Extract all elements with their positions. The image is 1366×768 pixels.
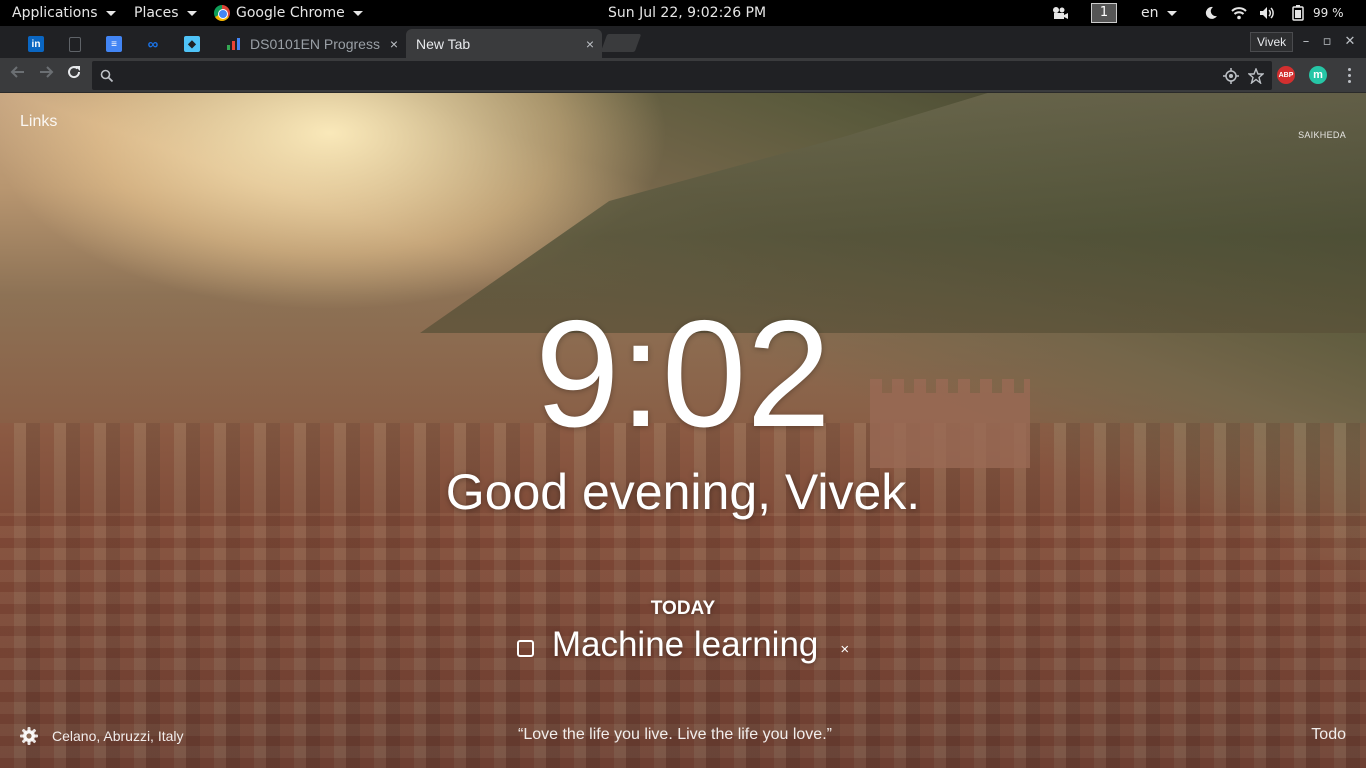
tab-new-tab[interactable]: New Tab ×: [406, 29, 602, 58]
forward-button[interactable]: [35, 64, 57, 86]
chevron-down-icon: [105, 10, 116, 16]
momentum-new-tab-page: Links SAIKHEDA 9:02 Good evening, Vivek.…: [0, 93, 1366, 768]
moon-icon: [1202, 4, 1220, 22]
address-bar[interactable]: [92, 61, 1272, 90]
close-icon[interactable]: ×: [840, 641, 849, 658]
back-button[interactable]: [7, 64, 29, 86]
battery-icon: [1289, 4, 1307, 22]
clock-time: 9:02: [535, 289, 831, 459]
menu-dot: [1347, 73, 1351, 77]
chevron-down-icon: [1166, 10, 1177, 16]
app-menu[interactable]: Google Chrome: [214, 0, 363, 26]
clock-text: Sun Jul 22, 9:02:26 PM: [608, 5, 767, 21]
focus-task-text: Machine learning: [551, 625, 819, 664]
minimize-button[interactable]: –: [1296, 32, 1316, 52]
chrome-menu-button[interactable]: [1340, 64, 1358, 86]
battery-percent: 99 %: [1313, 6, 1344, 20]
search-icon: [100, 68, 114, 87]
focus-heading: TODAY: [650, 598, 716, 619]
applications-menu[interactable]: Applications: [12, 0, 116, 26]
tab-close-icon[interactable]: ×: [390, 36, 398, 52]
menu-dot: [1347, 79, 1351, 83]
infinity-icon: ∞: [147, 35, 159, 53]
tab-title: DS0101EN Progress: [250, 35, 380, 52]
focus-item: Machine learning ×: [0, 623, 1366, 667]
bookmark-star-icon[interactable]: [1247, 67, 1265, 88]
language-label: en: [1141, 5, 1159, 21]
adblock-extension-button[interactable]: ABP: [1277, 66, 1295, 84]
pinned-tab-app[interactable]: ◆: [173, 30, 211, 58]
links-button[interactable]: Links: [20, 113, 57, 131]
location-target-icon[interactable]: [1223, 68, 1239, 88]
places-menu[interactable]: Places: [134, 0, 197, 26]
pinned-tab-infinity[interactable]: ∞: [134, 30, 172, 58]
chevron-down-icon: [186, 10, 197, 16]
momentum-extension-button[interactable]: m: [1309, 66, 1327, 84]
bottom-bar: Celano, Abruzzi, Italy “Love the life yo…: [0, 723, 1366, 753]
reload-button[interactable]: [63, 64, 85, 86]
menu-dot: [1347, 67, 1351, 71]
system-top-bar: Applications Places Google Chrome Sun Ju…: [0, 0, 1366, 26]
close-window-button[interactable]: ✕: [1340, 32, 1360, 52]
volume-indicator[interactable]: [1258, 0, 1276, 26]
pinned-tab-document[interactable]: [56, 30, 94, 58]
workspace-number: 1: [1091, 3, 1117, 23]
places-label: Places: [134, 5, 179, 21]
wifi-icon: [1230, 4, 1248, 22]
speaker-icon: [1258, 4, 1276, 22]
tab-ds0101en-progress[interactable]: DS0101EN Progress ×: [216, 29, 406, 58]
app-menu-label: Google Chrome: [236, 5, 345, 21]
document-icon: [69, 36, 81, 52]
address-input[interactable]: [120, 61, 1200, 90]
daily-quote[interactable]: “Love the life you live. Live the life y…: [0, 726, 1350, 744]
tab-strip: in ≡ ∞ ◆ DS0101EN Progress × New Tab × V…: [0, 26, 1366, 58]
browser-toolbar: ABP m: [0, 58, 1366, 93]
todo-button[interactable]: Todo: [1311, 726, 1346, 744]
battery-indicator[interactable]: 99 %: [1289, 0, 1344, 26]
focus-checkbox[interactable]: [516, 639, 534, 657]
workspace-indicator[interactable]: 1: [1091, 0, 1117, 26]
greeting-text: Good evening, Vivek.: [445, 464, 921, 520]
arrow-left-icon: [10, 66, 24, 78]
language-menu[interactable]: en: [1141, 0, 1177, 26]
profile-button[interactable]: Vivek: [1250, 32, 1294, 52]
pinned-tab-google-docs[interactable]: ≡: [95, 30, 133, 58]
screencast-indicator[interactable]: [1051, 0, 1069, 26]
linkedin-icon: in: [28, 36, 44, 52]
tab-title: New Tab: [416, 35, 471, 52]
chart-icon: [226, 36, 242, 52]
chevron-down-icon: [352, 10, 363, 16]
app-icon: ◆: [184, 36, 200, 52]
arrow-right-icon: [40, 66, 54, 78]
google-docs-icon: ≡: [106, 36, 122, 52]
pinned-tab-linkedin[interactable]: in: [17, 30, 55, 58]
chrome-icon: [214, 5, 230, 21]
applications-label: Applications: [12, 5, 98, 21]
new-tab-button[interactable]: [600, 34, 642, 52]
night-light-indicator[interactable]: [1202, 0, 1220, 26]
photo-credit[interactable]: SAIKHEDA: [1298, 130, 1346, 140]
wifi-indicator[interactable]: [1230, 0, 1248, 26]
tab-close-icon[interactable]: ×: [586, 36, 594, 52]
system-clock[interactable]: Sun Jul 22, 9:02:26 PM: [608, 0, 766, 26]
maximize-button[interactable]: ▫: [1317, 32, 1337, 52]
camera-icon: [1051, 4, 1069, 22]
reload-icon: [68, 66, 81, 79]
